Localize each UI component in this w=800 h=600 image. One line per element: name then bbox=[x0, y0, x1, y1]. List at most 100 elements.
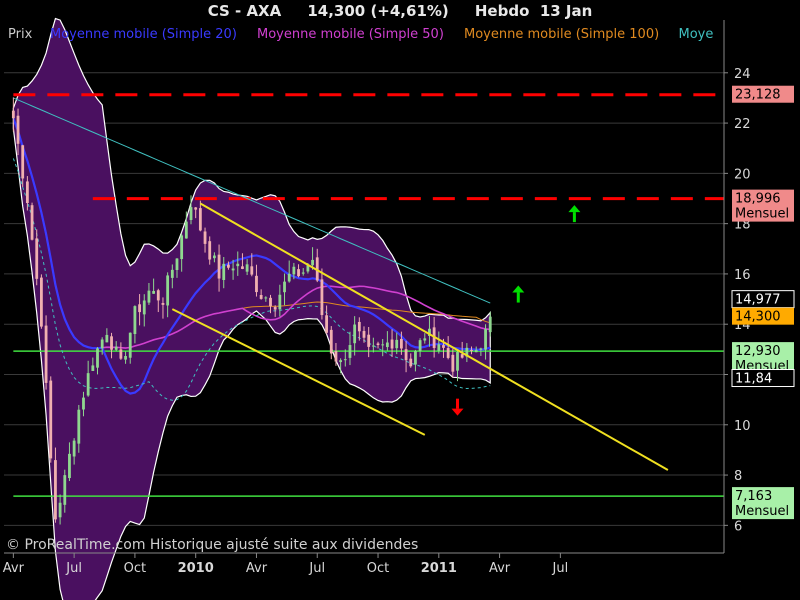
candle-body bbox=[105, 334, 109, 343]
x-tick-label: Avr bbox=[246, 561, 268, 576]
candle-body bbox=[269, 297, 272, 307]
candle-body bbox=[194, 207, 198, 210]
candle-body bbox=[198, 208, 202, 231]
candle-body bbox=[250, 266, 254, 275]
price-tag-value: 14,300 bbox=[735, 310, 781, 325]
legend-item: Moyenne mobile (Simple 20) bbox=[50, 27, 237, 42]
candle-body bbox=[161, 303, 165, 305]
candle-body bbox=[236, 263, 240, 267]
candle-body bbox=[124, 356, 127, 360]
y-tick-label: 24 bbox=[734, 67, 751, 82]
candle-body bbox=[21, 145, 25, 179]
candle-body bbox=[114, 346, 118, 350]
legend-item: Prix bbox=[8, 27, 33, 42]
candle-body bbox=[16, 115, 20, 144]
candle-body bbox=[40, 277, 43, 327]
candle-body bbox=[25, 181, 29, 204]
candle-body bbox=[152, 291, 156, 294]
candle-body bbox=[175, 258, 179, 270]
candle-body bbox=[35, 238, 39, 279]
candle-body bbox=[423, 338, 427, 341]
candle-body bbox=[371, 345, 375, 347]
arrow-up-head-icon bbox=[568, 205, 581, 213]
candle-body bbox=[142, 300, 146, 315]
candle-body bbox=[128, 332, 132, 358]
candle-body bbox=[479, 348, 483, 350]
candle-body bbox=[451, 354, 455, 372]
bollinger-band bbox=[12, 17, 491, 600]
legend-item: Moye bbox=[679, 27, 714, 42]
candle-body bbox=[49, 380, 53, 459]
candle-body bbox=[442, 345, 445, 348]
candle-body bbox=[77, 409, 81, 444]
candle-body bbox=[418, 340, 422, 352]
candle-body bbox=[404, 349, 408, 361]
price-tag-value: 11,84 bbox=[735, 372, 772, 387]
candle-body bbox=[334, 351, 338, 362]
copyright-footer: © ProRealTime.com Historique ajusté suit… bbox=[6, 537, 418, 553]
candle-body bbox=[11, 110, 15, 119]
x-tick-label: Avr bbox=[489, 561, 511, 576]
candle-body bbox=[362, 331, 366, 338]
candle-body bbox=[414, 351, 417, 365]
candle-body bbox=[264, 297, 268, 299]
candle-body bbox=[180, 235, 184, 260]
candle-body bbox=[278, 294, 282, 310]
bollinger-bands bbox=[12, 17, 491, 600]
price-tag-period: Mensuel bbox=[735, 207, 789, 222]
price-chart: 681012141618202224 AvrJulOct2010AvrJulOc… bbox=[3, 17, 795, 600]
candle-body bbox=[72, 440, 76, 457]
candle-body bbox=[297, 269, 300, 277]
candle-body bbox=[82, 397, 85, 410]
candle-body bbox=[470, 349, 473, 351]
candle-body bbox=[484, 329, 487, 350]
y-tick-label: 10 bbox=[734, 419, 751, 434]
candle-body bbox=[460, 354, 464, 358]
candle-body bbox=[227, 264, 230, 268]
candle-body bbox=[292, 266, 296, 275]
candle-body bbox=[283, 281, 286, 293]
candle-body bbox=[147, 290, 151, 303]
channel-line bbox=[199, 202, 669, 471]
candle-body bbox=[437, 344, 441, 351]
y-tick-label: 6 bbox=[734, 519, 742, 534]
candle-body bbox=[54, 460, 57, 520]
candle-body bbox=[96, 348, 99, 368]
y-tick-label: 16 bbox=[734, 268, 751, 283]
y-tick-label: 8 bbox=[734, 469, 742, 484]
candle-body bbox=[381, 344, 385, 346]
candle-body bbox=[241, 266, 244, 269]
x-tick-label: Oct bbox=[124, 561, 146, 576]
candle-body bbox=[357, 321, 361, 332]
price-tag-value: 12,930 bbox=[735, 344, 781, 359]
candle-body bbox=[259, 295, 263, 299]
price-tag-period: Mensuel bbox=[735, 504, 789, 519]
candle-body bbox=[273, 307, 277, 310]
candle-body bbox=[456, 352, 459, 371]
candle-body bbox=[217, 254, 221, 279]
candle-body bbox=[208, 241, 212, 260]
price-tag-value: 14,977 bbox=[735, 293, 781, 308]
candle-body bbox=[138, 304, 141, 313]
candle-body bbox=[409, 358, 413, 367]
candle-body bbox=[30, 205, 34, 240]
legend-item: Moyenne mobile (Simple 100) bbox=[464, 27, 659, 42]
candle-body bbox=[301, 272, 305, 274]
candle-body bbox=[166, 275, 170, 306]
candle-body bbox=[343, 359, 347, 361]
candle-body bbox=[376, 343, 380, 346]
candle-body bbox=[222, 263, 226, 280]
candle-body bbox=[255, 275, 258, 293]
x-tick-label: Avr bbox=[3, 561, 25, 576]
candle-body bbox=[287, 273, 291, 282]
candle-body bbox=[63, 475, 67, 505]
candle-body bbox=[390, 339, 394, 349]
candle-body bbox=[203, 231, 207, 244]
candle-body bbox=[184, 221, 188, 239]
price-tag-value: 23,128 bbox=[735, 88, 781, 103]
candle-body bbox=[474, 349, 478, 353]
candle-body bbox=[245, 264, 249, 272]
candle-body bbox=[488, 316, 492, 333]
candle-body bbox=[231, 268, 235, 271]
candle-body bbox=[100, 339, 104, 349]
